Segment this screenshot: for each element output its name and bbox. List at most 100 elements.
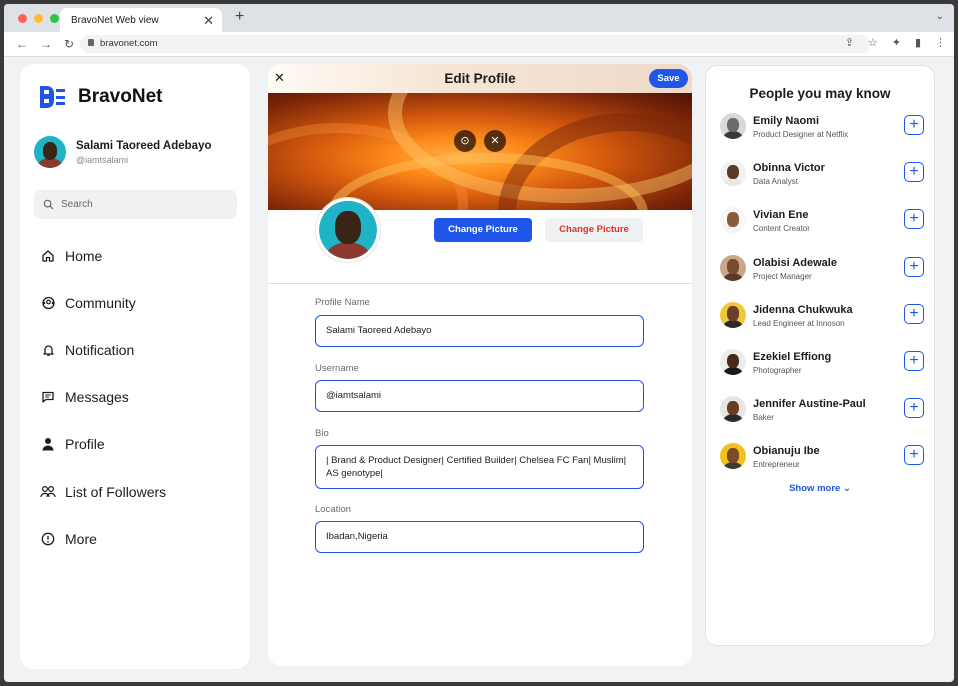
tab-close-icon[interactable]: ✕ bbox=[203, 13, 214, 29]
person-role: Project Manager bbox=[753, 271, 812, 281]
add-friend-button[interactable]: + bbox=[904, 115, 924, 135]
reload-icon[interactable]: ↻ bbox=[64, 37, 74, 51]
plus-icon: + bbox=[909, 352, 919, 369]
add-friend-button[interactable]: + bbox=[904, 209, 924, 230]
profile-name-label: Profile Name bbox=[315, 297, 370, 308]
people-list-item[interactable]: Jidenna Chukwuka Lead Engineer at Innoson… bbox=[720, 301, 924, 332]
plus-icon: + bbox=[909, 304, 919, 322]
brand[interactable]: BravoNet bbox=[40, 86, 162, 108]
nav-profile[interactable]: Profile bbox=[40, 421, 166, 468]
nav-more-label: More bbox=[65, 530, 97, 547]
nav-messages[interactable]: Messages bbox=[40, 374, 166, 421]
minimize-window-button[interactable] bbox=[34, 14, 43, 23]
browser-menu-icon[interactable]: ⋮ bbox=[935, 36, 946, 49]
browser-nav: ← → ↻ bbox=[16, 37, 74, 51]
tab-bar: BravoNet Web view ✕ + ⌄ bbox=[4, 4, 954, 32]
people-list-item[interactable]: Obianuju Ibe Entrepreneur + bbox=[720, 443, 924, 473]
location-field[interactable]: Ibadan,Nigeria bbox=[315, 521, 644, 553]
back-arrow-icon[interactable]: ← bbox=[16, 37, 28, 51]
user-handle: @iamtsalami bbox=[76, 154, 129, 165]
maximize-window-button[interactable] bbox=[50, 14, 59, 23]
nav-notification-label: Notification bbox=[65, 341, 135, 358]
page-title: Edit Profile bbox=[444, 71, 516, 86]
user-avatar bbox=[34, 136, 66, 168]
nav-followers-label: List of Followers bbox=[65, 483, 167, 500]
bio-field[interactable]: | Brand & Product Designer| Certified Bu… bbox=[315, 445, 644, 489]
person-name: Olabisi Adewale bbox=[753, 256, 837, 269]
change-picture-button[interactable]: Change Picture bbox=[434, 218, 532, 242]
person-role: Photographer bbox=[753, 366, 802, 375]
more-icon bbox=[40, 531, 56, 547]
save-button[interactable]: Save bbox=[649, 69, 688, 88]
add-friend-button[interactable]: + bbox=[904, 256, 924, 277]
user-name: Salami Taoreed Adebayo bbox=[76, 139, 212, 152]
profile-picture[interactable] bbox=[316, 198, 380, 262]
person-role: Content Creator bbox=[753, 224, 810, 234]
plus-icon: + bbox=[909, 446, 919, 464]
lock-icon bbox=[88, 39, 94, 46]
chevron-down-icon: ⌄ bbox=[842, 483, 851, 494]
show-more-button[interactable]: Show more ⌄ bbox=[706, 483, 934, 494]
nav-community-label: Community bbox=[65, 294, 136, 311]
people-list-item[interactable]: Vivian Ene Content Creator + bbox=[720, 207, 924, 237]
people-list-item[interactable]: Olabisi Adewale Project Manager + bbox=[720, 254, 924, 285]
nav-notification[interactable]: Notification bbox=[40, 326, 166, 373]
nav-more[interactable]: More bbox=[40, 515, 166, 562]
remove-cover-icon[interactable]: ✕ bbox=[484, 130, 506, 152]
people-list-item[interactable]: Obinna Victor Data Analyst + bbox=[720, 160, 924, 190]
window-controls bbox=[18, 14, 59, 23]
section-title: People you may know bbox=[749, 86, 891, 101]
plus-icon: + bbox=[909, 257, 919, 275]
sidebar-toggle-icon[interactable]: ▮ bbox=[915, 36, 921, 49]
plus-icon: + bbox=[909, 116, 919, 133]
forward-arrow-icon[interactable]: → bbox=[40, 37, 52, 51]
user-icon bbox=[40, 436, 56, 452]
url-field[interactable]: bravonet.com bbox=[80, 35, 870, 53]
location-label: Location bbox=[315, 504, 351, 515]
camera-add-icon[interactable]: ⊙ bbox=[454, 130, 476, 152]
people-list-item[interactable]: Emily Naomi Product Designer at Netflix + bbox=[720, 113, 924, 143]
share-icon[interactable]: ⇪ bbox=[845, 36, 854, 49]
people-list-item[interactable]: Jennifer Austine-Paul Baker + bbox=[720, 396, 924, 426]
add-friend-button[interactable]: + bbox=[904, 162, 924, 183]
profile-name-field[interactable]: Salami Taoreed Adebayo bbox=[315, 315, 644, 347]
current-user[interactable]: Salami Taoreed Adebayo @iamtsalami bbox=[34, 136, 212, 168]
browser-tab[interactable]: BravoNet Web view ✕ bbox=[60, 8, 222, 32]
person-name: Obinna Victor bbox=[753, 162, 825, 175]
person-avatar bbox=[720, 254, 746, 281]
username-field[interactable]: @iamtsalami bbox=[315, 380, 644, 412]
person-avatar bbox=[720, 396, 746, 423]
nav-community[interactable]: Community bbox=[40, 279, 166, 326]
nav-followers[interactable]: List of Followers bbox=[40, 468, 166, 515]
search-input[interactable]: Search bbox=[34, 190, 237, 219]
nav-messages-label: Messages bbox=[65, 389, 129, 406]
divider bbox=[268, 283, 692, 284]
people-list-item[interactable]: Ezekiel Effiong Photographer + bbox=[720, 349, 924, 379]
home-icon bbox=[40, 248, 56, 264]
add-friend-button[interactable]: + bbox=[904, 351, 924, 371]
nav-home[interactable]: Home bbox=[40, 232, 166, 279]
extensions-icon[interactable]: ✦ bbox=[892, 36, 901, 49]
plus-icon: + bbox=[909, 399, 919, 417]
browser-window: BravoNet Web view ✕ + ⌄ ← → ↻ bravonet.c… bbox=[4, 4, 954, 682]
person-avatar bbox=[720, 207, 746, 234]
new-tab-icon[interactable]: + bbox=[235, 8, 244, 26]
close-window-button[interactable] bbox=[18, 14, 27, 23]
person-role: Entrepreneur bbox=[753, 460, 800, 470]
change-cover-button[interactable]: Change Picture bbox=[545, 218, 643, 242]
address-bar: ← → ↻ bravonet.com ⇪ ☆ ✦ ▮ ⋮ bbox=[4, 32, 954, 57]
message-icon bbox=[40, 389, 56, 405]
bookmark-star-icon[interactable]: ☆ bbox=[868, 36, 878, 49]
person-avatar bbox=[720, 349, 746, 375]
nav-home-label: Home bbox=[65, 247, 103, 264]
left-sidebar: BravoNet Salami Taoreed Adebayo @iamtsal… bbox=[20, 64, 250, 669]
bio-label: Bio bbox=[315, 428, 329, 439]
add-friend-button[interactable]: + bbox=[904, 303, 924, 324]
add-friend-button[interactable]: + bbox=[904, 445, 924, 466]
person-name: Jennifer Austine-Paul bbox=[753, 398, 866, 411]
tab-list-chevron-icon[interactable]: ⌄ bbox=[936, 11, 944, 22]
add-friend-button[interactable]: + bbox=[904, 398, 924, 419]
plus-icon: + bbox=[909, 163, 919, 181]
bravonet-logo-icon bbox=[40, 86, 66, 108]
person-avatar bbox=[720, 160, 746, 187]
